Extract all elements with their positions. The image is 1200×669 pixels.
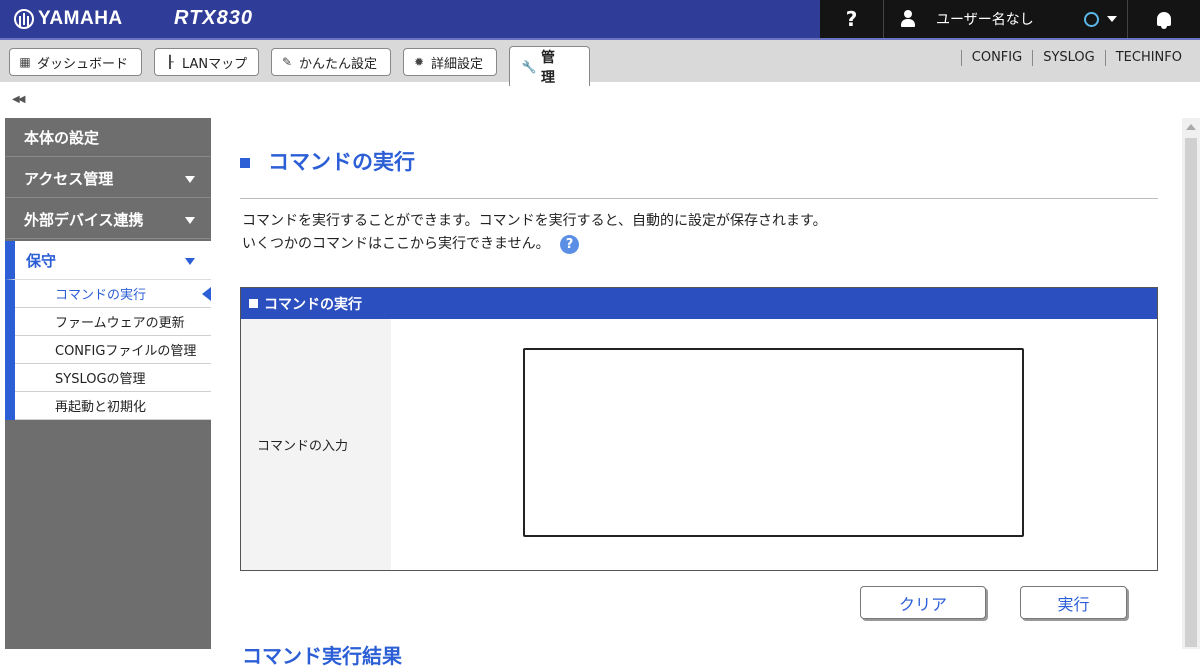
description-line-2: いくつかのコマンドはここから実行できません。 [242,236,550,252]
user-icon [900,10,916,28]
command-panel: コマンドの実行 コマンドの入力 [240,287,1158,571]
title-square-icon [240,154,254,168]
sidebar-item-label: アクセス管理 [24,169,114,188]
sidebar-subitem-label: コマンドの実行 [55,288,147,303]
main-scrollbar[interactable] [1182,118,1200,649]
chevron-down-icon [185,258,195,265]
sidebar-item-device-settings[interactable]: 本体の設定 [5,118,211,157]
top-header: YAMAHA RTX830 ? ユーザー名なし [0,0,1200,38]
execute-button[interactable]: 実行 [1020,586,1127,619]
page-description: コマンドを実行することができます。コマンドを実行すると、自動的に設定が保存されま… [242,210,827,256]
sidebar-item-label: 本体の設定 [24,128,100,147]
sidebar-item-label: 外部デバイス連携 [24,210,144,229]
notification-button[interactable] [1128,0,1200,38]
command-result-heading: コマンド実行結果 [242,644,402,668]
tab-label: ダッシュボード [37,56,129,72]
help-question-icon[interactable]: ? [560,234,580,254]
sidebar-item-access-management[interactable]: アクセス管理 [5,159,211,198]
chevron-down-icon [185,217,195,224]
title-divider [240,198,1158,199]
sidebar-item-maintenance[interactable]: 保守 [5,241,211,280]
help-button[interactable]: ? [820,0,884,38]
main-tab-bar: ▦ ダッシュボード ┠ LANマップ ✎ かんたん設定 ✹ 詳細設定 🔧 管 理… [0,38,1200,86]
sidebar-subitem-syslog[interactable]: SYSLOGの管理 [15,364,211,392]
sidebar-subitem-firmware-update[interactable]: ファームウェアの更新 [15,308,211,336]
collapse-sidebar-button[interactable]: ◀◀ [12,94,25,105]
model-name: RTX830 [174,7,254,29]
user-menu[interactable]: ユーザー名なし [884,0,1128,38]
status-indicator-icon [1083,11,1099,27]
config-link[interactable]: CONFIG [960,50,1032,66]
sidebar-subitem-label: ファームウェアの更新 [55,316,185,331]
sidebar-item-external-devices[interactable]: 外部デバイス連携 [5,200,211,239]
panel-title: コマンドの実行 [264,296,362,313]
chevron-down-icon [185,176,195,183]
sidebar-subitem-label: 再起動と初期化 [55,400,147,415]
tab-label: LANマップ [182,56,248,72]
command-input[interactable] [523,348,1024,537]
sidebar-subitem-restart-init[interactable]: 再起動と初期化 [15,392,211,420]
scroll-up-icon[interactable] [1186,124,1196,130]
wrench-icon: 🔧 [521,59,537,74]
tab-management[interactable]: 🔧 管 理 [509,46,590,86]
sidebar-subitem-label: CONFIGファイルの管理 [55,344,197,359]
yamaha-logo: YAMAHA [14,7,123,31]
tab-easy-setup[interactable]: ✎ かんたん設定 [271,48,391,76]
bell-icon [1157,12,1171,29]
sidebar-subitem-label: SYSLOGの管理 [55,372,146,387]
dashboard-icon: ▦ [19,55,31,69]
sidebar-item-label: 保守 [26,251,57,270]
command-input-label-text: コマンドの入力 [257,439,349,454]
yamaha-emblem-icon [14,9,34,29]
user-name: ユーザー名なし [936,12,1034,28]
utility-links: CONFIG SYSLOG TECHINFO [960,50,1192,66]
chevron-down-icon [1106,16,1117,22]
sidebar-subitem-config-file[interactable]: CONFIGファイルの管理 [15,336,211,364]
syslog-link[interactable]: SYSLOG [1032,50,1105,66]
page-title: コマンドの実行 [240,146,415,176]
brand-name: YAMAHA [38,8,123,29]
header-tools: ? ユーザー名なし [820,0,1200,38]
clear-button[interactable]: クリア [860,586,986,619]
tab-advanced-settings[interactable]: ✹ 詳細設定 [403,48,497,76]
tab-label: 管 理 [541,49,569,86]
tab-lan-map[interactable]: ┠ LANマップ [154,48,259,76]
description-line-1: コマンドを実行することができます。コマンドを実行すると、自動的に設定が保存されま… [242,213,827,229]
sidebar-subitem-command-exec[interactable]: コマンドの実行 [15,280,211,308]
techinfo-link[interactable]: TECHINFO [1104,50,1192,66]
panel-square-icon [249,299,258,308]
sidebar: 本体の設定 アクセス管理 外部デバイス連携 保守 コマンドの実行 ファームウェア… [5,118,211,649]
tab-label: かんたん設定 [299,56,378,72]
main-content: コマンドの実行 コマンドを実行することができます。コマンドを実行すると、自動的に… [212,118,1182,668]
tab-dashboard[interactable]: ▦ ダッシュボード [9,48,142,76]
sidebar-submenu: コマンドの実行 ファームウェアの更新 CONFIGファイルの管理 SYSLOGの… [5,280,211,420]
lan-map-icon: ┠ [166,55,174,69]
page-title-text: コマンドの実行 [268,150,415,174]
panel-header: コマンドの実行 [241,288,1157,319]
gear-icon: ✹ [413,55,425,69]
help-icon: ? [845,7,858,31]
wizard-icon: ✎ [281,55,293,69]
scroll-thumb[interactable] [1185,138,1197,647]
command-input-label: コマンドの入力 [241,319,391,570]
tab-label: 詳細設定 [431,56,484,72]
